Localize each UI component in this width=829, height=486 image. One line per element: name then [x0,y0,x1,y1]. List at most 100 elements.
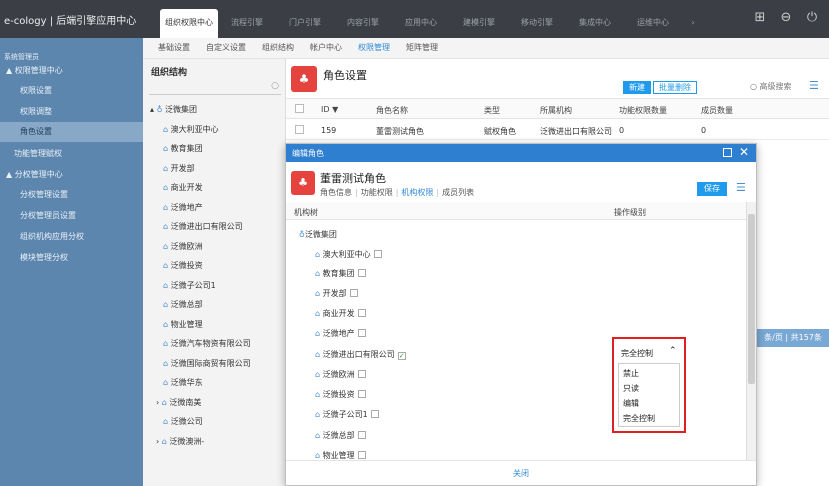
tree-node[interactable]: › ⌂ 泛微南美 [156,397,201,408]
dialog-tree-row[interactable]: ⌂ 教育集团 [315,268,366,279]
dialog-tree-row[interactable]: ⌂ 澳大利亚中心 [315,249,382,260]
tree-node[interactable]: ⌂ 教育集团 [163,143,203,154]
tree-node[interactable]: ⌂ 泛微子公司1 [163,280,216,291]
sidebar-item-decentral-settings[interactable]: 分权管理设置 [0,185,143,205]
tree-node[interactable]: ⌂ 开发部 [163,163,195,174]
org-checkbox[interactable] [373,250,382,258]
org-checkbox[interactable] [357,329,366,337]
tree-node[interactable]: ⌂ 泛微公司 [163,416,203,427]
option-forbid[interactable]: 禁止 [623,368,639,379]
tree-node[interactable]: ⌂ 泛微总部 [163,299,203,310]
option-edit[interactable]: 编辑 [623,398,639,409]
search-icon[interactable]: ○ [750,82,757,91]
tab-role-info[interactable]: 角色信息 [320,188,352,197]
close-icon[interactable]: ✕ [739,145,749,159]
select-all-checkbox[interactable] [295,104,304,113]
tree-node[interactable]: ⌂ 泛微欧洲 [163,241,203,252]
close-button[interactable]: 关闭 [513,469,529,478]
subnav-account-center[interactable]: 帐户中心 [310,38,342,58]
scrollbar-thumb[interactable] [748,214,755,384]
menu-icon[interactable]: ☰ [809,79,819,92]
tree-node[interactable]: ⌂ 澳大利亚中心 [163,124,219,135]
option-readonly[interactable]: 只读 [623,383,639,394]
tab-function-permission[interactable]: 功能权限 [361,188,393,197]
dialog-tree-row[interactable]: ⌂ 泛微总部 [315,430,366,441]
org-checkbox[interactable] [357,431,366,439]
tab-portal[interactable]: 门户引擎 [276,9,334,38]
tab-member-list[interactable]: 成员列表 [442,188,474,197]
sidebar-item-module-decentral[interactable]: 模块管理分权 [0,248,143,268]
maximize-icon[interactable] [723,148,732,157]
dialog-scrollbar[interactable] [746,202,756,460]
dialog-tree-row[interactable]: ⌂ 泛微子公司1 [315,409,379,420]
subnav-basic-settings[interactable]: 基础设置 [158,38,190,58]
tree-node[interactable]: ⌂ 商业开发 [163,182,203,193]
tab-content[interactable]: 内容引擎 [334,9,392,38]
tab-app-center[interactable]: 应用中心 [392,9,450,38]
org-checkbox[interactable] [349,289,358,297]
sidebar-item-decentral-center[interactable]: ▲ 分权管理中心 [0,165,143,185]
dialog-tree-row[interactable]: ⌂ 泛微进出口有限公司 ✓ [315,349,406,360]
sidebar-item-permission-center[interactable]: ▲ 权限管理中心 [0,61,143,81]
dialog-tree-row[interactable]: ⌂ 开发部 [315,288,358,299]
tree-node[interactable]: ⌂ 泛微国际商贸有限公司 [163,358,251,369]
tree-node[interactable]: ⌂ 物业管理 [163,319,203,330]
tree-node[interactable]: ⌂ 泛微地产 [163,202,203,213]
org-checkbox-checked[interactable]: ✓ [397,352,406,360]
pager-info[interactable]: 条/页 | 共157条 [757,329,829,347]
tree-node[interactable]: › ⌂ 泛微澳洲- [156,436,204,447]
org-checkbox[interactable] [357,451,366,459]
tree-node[interactable]: ⌂ 泛微进出口有限公司 [163,221,243,232]
dialog-tree-row[interactable]: ⌂ 商业开发 [315,308,366,319]
tabs-more-chevron-icon[interactable]: › [682,9,704,38]
menu-icon[interactable]: ☰ [736,181,746,194]
org-checkbox[interactable] [357,309,366,317]
save-button[interactable]: 保存 [697,182,727,196]
col-function-count: 功能权限数量 [619,106,667,115]
subnav-permission-management[interactable]: 权限管理 [358,38,390,58]
sidebar-item-decentral-admin[interactable]: 分权管理员设置 [0,206,143,226]
org-checkbox[interactable] [357,269,366,277]
tree-node[interactable]: ⌂ 泛微汽车物资有限公司 [163,338,251,349]
search-icon[interactable]: ○ [271,81,279,91]
tree-root[interactable]: ▴ ♁ 泛微集团 [150,104,197,115]
option-full-control[interactable]: 完全控制 [623,413,655,424]
sidebar-item-role-settings[interactable]: 角色设置 [0,122,143,142]
tab-integration[interactable]: 集成中心 [566,9,624,38]
tab-org-permission[interactable]: 机构权限 [401,188,433,197]
tab-workflow[interactable]: 流程引擎 [218,9,276,38]
subnav-matrix-management[interactable]: 矩阵管理 [406,38,438,58]
org-checkbox[interactable] [357,370,366,378]
org-checkbox[interactable] [370,410,379,418]
grid-icon[interactable]: ⊞ [752,10,768,26]
sidebar-item-permission-settings[interactable]: 权限设置 [0,81,143,101]
dialog-tree-row[interactable]: ⌂ 泛微投资 [315,389,366,400]
table-row[interactable]: 159 董雷测试角色 赋权角色 泛微进出口有限公司 0 0 [286,120,829,140]
dialog-tree-row[interactable]: ⌂ 泛微欧洲 [315,369,366,380]
tab-ops[interactable]: 运维中心 [624,9,682,38]
sidebar-item-permission-adjust[interactable]: 权限调整 [0,102,143,122]
dialog-tree-row[interactable]: ⌂ 泛微地产 [315,328,366,339]
tab-mobile[interactable]: 移动引擎 [508,9,566,38]
sidebar-item-function-grant[interactable]: 功能管理赋权 [0,144,143,164]
col-id[interactable]: ID ▼ [321,105,338,114]
cell-role-name[interactable]: 董雷测试角色 [376,126,424,137]
advanced-search[interactable]: ○ 高级搜索 [750,81,792,92]
subnav-custom-settings[interactable]: 自定义设置 [206,38,246,58]
tab-modeling[interactable]: 建模引擎 [450,9,508,38]
tree-node[interactable]: ⌂ 泛微华东 [163,377,203,388]
dialog-tree-root[interactable]: ♁泛微集团 [299,229,337,240]
sidebar-item-org-app-decentral[interactable]: 组织机构应用分权 [0,227,143,247]
subnav-org-structure[interactable]: 组织结构 [262,38,294,58]
row-checkbox[interactable] [295,125,304,134]
new-button[interactable]: 新建 [623,81,651,94]
power-icon[interactable]: ⏻ [804,10,820,26]
dialog-header[interactable]: 编辑角色 ✕ [286,144,756,162]
org-checkbox[interactable] [357,390,366,398]
tree-search-input[interactable]: ○ [149,81,281,95]
chevron-up-icon[interactable]: ⌃ [669,346,677,356]
minus-circle-icon[interactable]: ⊖ [778,10,794,26]
tree-node[interactable]: ⌂ 泛微投资 [163,260,203,271]
tab-org-permission[interactable]: 组织权限中心 [160,9,218,38]
batch-delete-button[interactable]: 批量删除 [653,81,697,94]
